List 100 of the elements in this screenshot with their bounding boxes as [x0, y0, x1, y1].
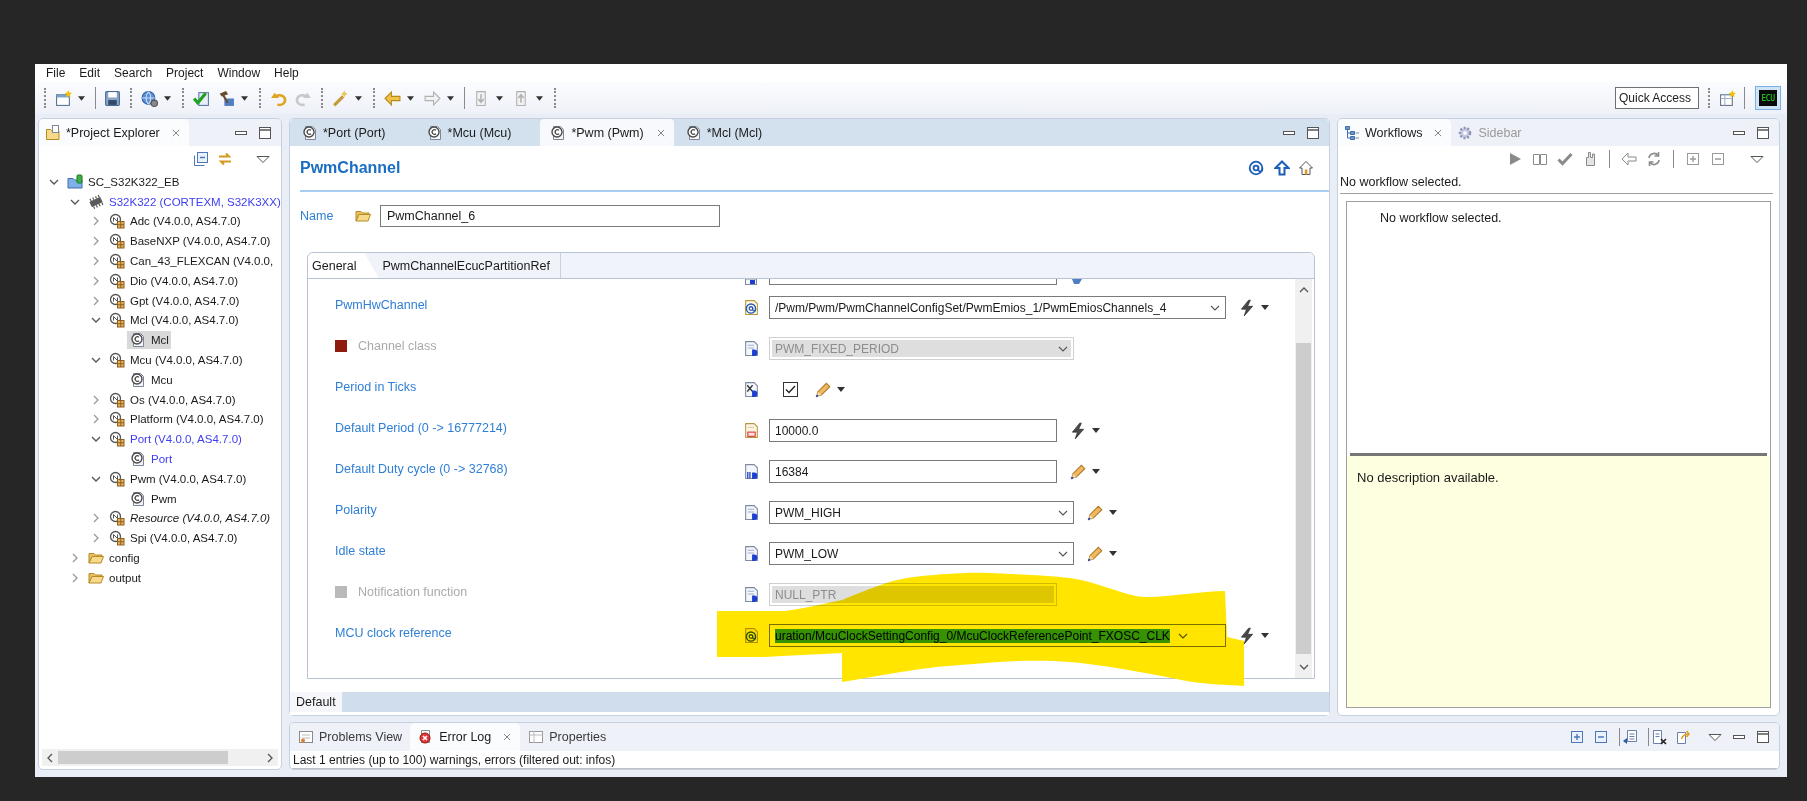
bolt-icon[interactable]	[1238, 298, 1256, 317]
combo-box[interactable]: /Pwm/Pwm/PwmChannelConfigSet/PwmEmios_1/PwmEmiosChannels_4	[769, 296, 1226, 319]
tree-item[interactable]: Resource (V4.0.0, AS4.7.0)	[106, 509, 273, 528]
tab[interactable]: General	[308, 253, 379, 278]
close-icon[interactable]	[1433, 127, 1444, 138]
perspective-button[interactable]: ECU	[1755, 86, 1781, 110]
menu-item[interactable]: Project	[159, 65, 211, 81]
caret-icon[interactable]	[1092, 469, 1100, 474]
combo-box[interactable]: PWM_HIGH	[769, 501, 1074, 524]
home-icon[interactable]	[1298, 160, 1314, 176]
clear-log-icon[interactable]	[1651, 729, 1667, 745]
view-tab[interactable]: Workflows	[1338, 119, 1452, 146]
editor-tab[interactable]: *Mcl (Mcl)	[673, 119, 792, 146]
scroll-thumb[interactable]	[1296, 343, 1311, 654]
caret-icon[interactable]	[536, 95, 543, 101]
caret-icon[interactable]	[1092, 428, 1100, 433]
caret-icon[interactable]	[241, 95, 248, 101]
tree-item[interactable]: Platform (V4.0.0, AS4.7.0)	[106, 410, 266, 429]
tree-item[interactable]: S32K322 (CORTEXM, S32K3XX)	[85, 192, 281, 211]
caret-icon[interactable]	[447, 95, 454, 101]
chevron-icon[interactable]	[1058, 509, 1068, 516]
save-icon[interactable]	[104, 89, 121, 107]
scroll-thumb[interactable]	[58, 751, 228, 764]
caret-icon[interactable]	[1109, 551, 1117, 556]
close-icon[interactable]	[655, 127, 666, 138]
tree-item[interactable]: Can_43_FLEXCAN (V4.0.0,	[106, 252, 276, 271]
tree-item[interactable]: config	[85, 549, 142, 568]
maximize-icon[interactable]	[1755, 729, 1771, 745]
check-icon[interactable]	[193, 89, 210, 107]
scroll-down-icon[interactable]	[1298, 663, 1309, 671]
bolt-icon[interactable]	[1069, 421, 1087, 440]
play-icon[interactable]	[1507, 150, 1523, 167]
editor-tab[interactable]: *Mcu (Mcu)	[414, 119, 541, 146]
tree-item[interactable]: Dio (V4.0.0, AS4.7.0)	[106, 271, 241, 290]
tree-item[interactable]: Adc (V4.0.0, AS4.7.0)	[106, 212, 243, 231]
tree-item[interactable]: SC_S32K322_EB	[64, 172, 182, 191]
chevron-icon[interactable]	[1058, 550, 1068, 557]
globe-icon[interactable]	[141, 89, 158, 107]
tree-item[interactable]: Os (V4.0.0, AS4.7.0)	[106, 390, 238, 409]
caret-icon[interactable]	[164, 95, 171, 101]
menu-item[interactable]: Edit	[72, 65, 108, 81]
caret-icon[interactable]	[1261, 305, 1269, 310]
editor-tab[interactable]: *Pwm (Pwm)	[540, 119, 674, 146]
tree-item[interactable]: Pwm (V4.0.0, AS4.7.0)	[106, 469, 249, 488]
scroll-up-icon[interactable]	[1298, 286, 1309, 294]
tree-item[interactable]: Spi (V4.0.0, AS4.7.0)	[106, 529, 240, 548]
caret-icon[interactable]	[78, 95, 85, 101]
input-field[interactable]: 16384	[769, 460, 1057, 483]
back-arrow-icon[interactable]	[1621, 150, 1637, 167]
close-icon[interactable]	[502, 732, 513, 742]
export-icon[interactable]	[1675, 729, 1691, 745]
combo-box[interactable]: PWM_LOW	[769, 542, 1074, 565]
caret-icon[interactable]	[355, 95, 362, 101]
scroll-right-icon[interactable]	[266, 752, 274, 763]
collapse-all-icon[interactable]	[1710, 150, 1726, 167]
caret-icon[interactable]	[837, 387, 845, 392]
chevron-icon[interactable]	[1177, 632, 1188, 639]
vertical-scrollbar[interactable]	[1295, 279, 1312, 678]
open-perspective-icon[interactable]	[1719, 89, 1736, 107]
caret-icon[interactable]	[1109, 510, 1117, 515]
tab[interactable]: Default	[290, 692, 342, 712]
tree-item[interactable]: Mcu (V4.0.0, AS4.7.0)	[106, 351, 245, 370]
tree-item[interactable]: Mcl (V4.0.0, AS4.7.0)	[106, 311, 241, 330]
chevron-icon[interactable]	[1210, 304, 1220, 311]
horizontal-scrollbar[interactable]	[42, 749, 278, 766]
pencil-icon[interactable]	[814, 380, 832, 399]
close-icon[interactable]	[170, 127, 181, 138]
pencil-icon[interactable]	[1086, 544, 1104, 563]
search-field[interactable]: Quick Access	[1615, 87, 1699, 109]
view-tab[interactable]: Properties	[520, 723, 615, 751]
menu-item[interactable]: Search	[107, 65, 160, 81]
import-icon[interactable]	[1622, 729, 1638, 745]
collapse-all-icon[interactable]	[1593, 729, 1609, 745]
menu-item[interactable]: Help	[267, 65, 306, 81]
checkbox[interactable]	[783, 382, 798, 397]
tree-item[interactable]: Mcu	[127, 370, 175, 389]
pencil-icon[interactable]	[1086, 503, 1104, 522]
checkmark-icon[interactable]	[1557, 150, 1573, 167]
tree-item[interactable]: Mcl	[127, 331, 171, 350]
back-arrow-icon[interactable]	[384, 89, 401, 107]
hammer-icon[interactable]	[218, 89, 235, 107]
tree-item[interactable]: Pwm	[127, 489, 179, 508]
pencil-icon[interactable]	[1069, 462, 1087, 481]
tree-item[interactable]: Gpt (V4.0.0, AS4.7.0)	[106, 291, 242, 310]
combo-box[interactable]: uration/McuClockSettingConfig_0/McuClockReferencePoint_FXOSC_CLK	[769, 624, 1226, 647]
collapse-all-icon[interactable]	[193, 151, 209, 167]
tree-item[interactable]: Port (V4.0.0, AS4.7.0)	[106, 430, 244, 449]
bolt-icon[interactable]	[1238, 626, 1256, 645]
refresh-icon[interactable]	[1646, 150, 1662, 167]
view-tab[interactable]: *Project Explorer	[39, 119, 189, 146]
view-tab[interactable]: Error Log	[410, 723, 521, 751]
menu-item[interactable]: File	[39, 65, 73, 81]
scroll-left-icon[interactable]	[46, 752, 54, 763]
input-field[interactable]	[769, 279, 1057, 285]
at-sign-icon[interactable]	[1248, 160, 1264, 176]
view-tab[interactable]: Problems View	[290, 723, 411, 751]
tab[interactable]: PwmChannelEcucPartitionRef	[378, 253, 561, 278]
caret-icon[interactable]	[1261, 633, 1269, 638]
expand-all-icon[interactable]	[1569, 729, 1585, 745]
name-field[interactable]: PwmChannel_6	[380, 205, 720, 227]
